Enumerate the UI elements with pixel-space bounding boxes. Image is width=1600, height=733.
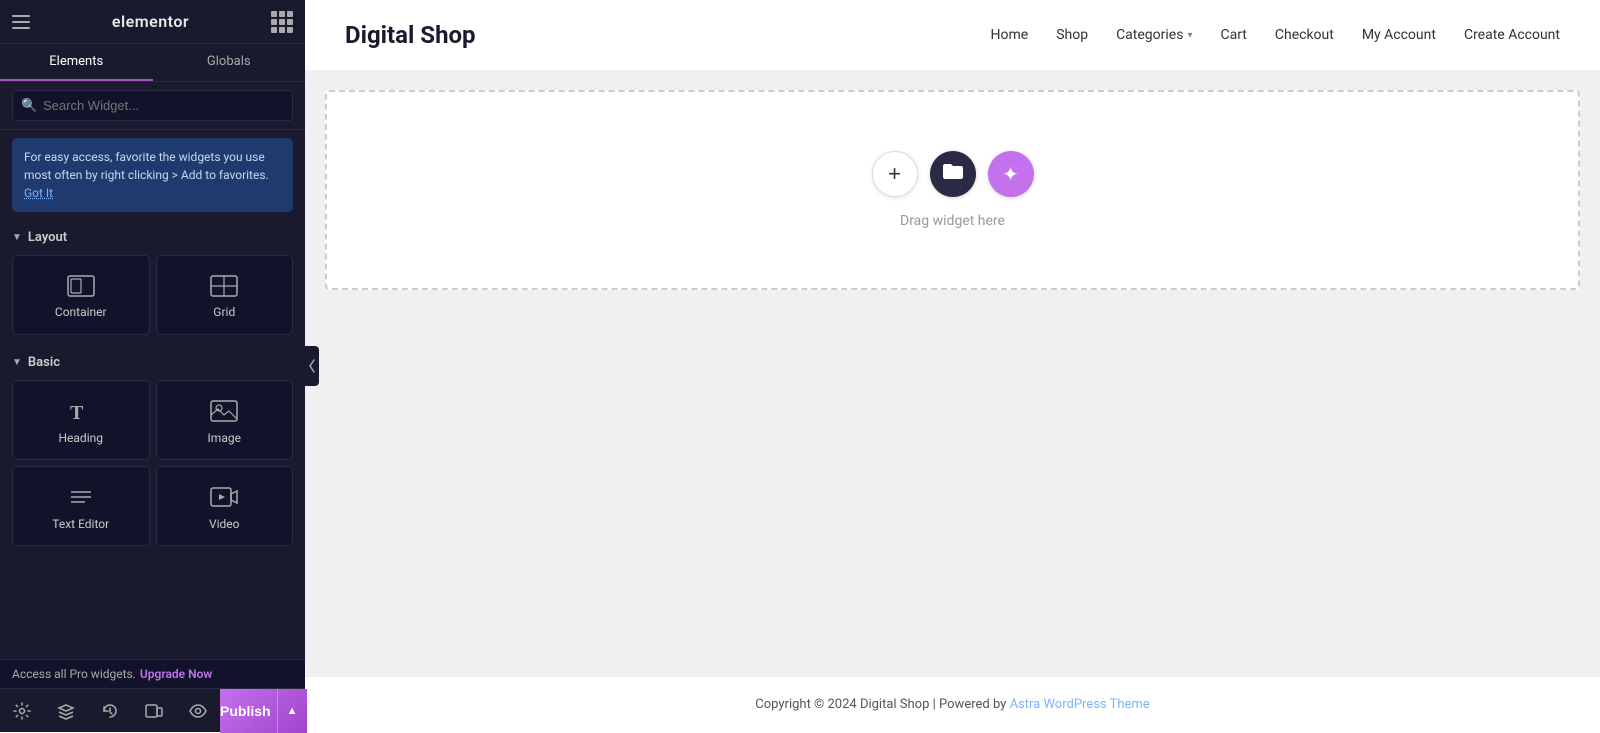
- elementor-logo: elementor: [112, 12, 189, 31]
- text-editor-icon: [67, 485, 95, 509]
- drop-zone[interactable]: + ✦ Drag widget here: [325, 90, 1580, 290]
- heading-label: Heading: [58, 431, 103, 445]
- widget-image[interactable]: Image: [156, 380, 294, 460]
- image-label: Image: [208, 431, 241, 445]
- nav-my-account[interactable]: My Account: [1362, 27, 1436, 43]
- widget-text-editor[interactable]: Text Editor: [12, 466, 150, 546]
- basic-section-label: Basic: [28, 355, 60, 370]
- preview-header: Digital Shop Home Shop Categories ▾ Cart…: [305, 0, 1600, 70]
- widget-video[interactable]: Video: [156, 466, 294, 546]
- image-icon: [210, 399, 238, 423]
- nav-create-account[interactable]: Create Account: [1464, 27, 1560, 43]
- heading-icon: T: [68, 399, 94, 423]
- add-widget-button[interactable]: +: [872, 151, 918, 197]
- publish-label: Publish: [220, 703, 271, 719]
- nav-categories[interactable]: Categories ▾: [1116, 27, 1192, 43]
- layout-section-label: Layout: [28, 230, 67, 245]
- widget-grid[interactable]: Grid: [156, 255, 294, 335]
- tab-globals[interactable]: Globals: [153, 44, 306, 81]
- panel-content: ▼ Layout Container: [0, 220, 305, 732]
- search-icon: 🔍: [21, 98, 37, 113]
- add-icon: +: [888, 161, 901, 187]
- svg-text:T: T: [70, 402, 84, 423]
- search-input[interactable]: [12, 90, 293, 121]
- canvas-area: + ✦ Drag widget here: [305, 70, 1600, 676]
- footer-theme-link[interactable]: Astra WordPress Theme: [1010, 697, 1150, 712]
- basic-arrow-icon: ▼: [12, 357, 22, 368]
- container-icon: [67, 275, 95, 297]
- collapse-panel-handle[interactable]: [305, 346, 319, 386]
- info-box: For easy access, favorite the widgets yo…: [12, 138, 293, 212]
- template-button[interactable]: [930, 151, 976, 197]
- eye-icon[interactable]: [176, 689, 220, 733]
- main-area: Digital Shop Home Shop Categories ▾ Cart…: [305, 0, 1600, 732]
- container-label: Container: [55, 305, 107, 319]
- section-layout-header[interactable]: ▼ Layout: [0, 220, 305, 251]
- pro-upgrade-bar: Access all Pro widgets. Upgrade Now: [0, 659, 305, 688]
- got-it-link[interactable]: Got It: [24, 186, 53, 200]
- pro-message: Access all Pro widgets.: [12, 667, 136, 681]
- preview-footer: Copyright © 2024 Digital Shop | Powered …: [305, 676, 1600, 732]
- hamburger-menu[interactable]: [12, 15, 30, 29]
- info-message: For easy access, favorite the widgets yo…: [24, 150, 269, 182]
- categories-dropdown-arrow: ▾: [1187, 30, 1192, 41]
- toolbar-icons-group: [0, 689, 220, 733]
- video-icon: [210, 485, 238, 509]
- apps-grid-icon[interactable]: [271, 11, 293, 33]
- upgrade-link[interactable]: Upgrade Now: [140, 667, 212, 681]
- nav-shop[interactable]: Shop: [1056, 27, 1088, 43]
- nav-checkout[interactable]: Checkout: [1275, 27, 1334, 43]
- widget-container[interactable]: Container: [12, 255, 150, 335]
- magic-icon: ✦: [1002, 162, 1019, 187]
- drop-zone-actions: + ✦: [872, 151, 1034, 197]
- nav-menu: Home Shop Categories ▾ Cart Checkout My …: [991, 27, 1561, 43]
- left-panel: elementor Elements Globals 🔍 For easy ac…: [0, 0, 305, 732]
- grid-label: Grid: [213, 305, 235, 319]
- video-label: Video: [209, 517, 240, 531]
- search-box: 🔍: [0, 82, 305, 130]
- settings-icon[interactable]: [0, 689, 44, 733]
- folder-icon: [942, 162, 964, 186]
- panel-tabs: Elements Globals: [0, 44, 305, 82]
- section-basic-header[interactable]: ▼ Basic: [0, 345, 305, 376]
- top-bar: elementor: [0, 0, 305, 44]
- widget-heading[interactable]: T Heading: [12, 380, 150, 460]
- publish-expand-arrow[interactable]: ▲: [277, 689, 307, 733]
- footer-text: Copyright © 2024 Digital Shop | Powered …: [755, 697, 1009, 712]
- history-icon[interactable]: [88, 689, 132, 733]
- text-editor-label: Text Editor: [52, 517, 109, 531]
- drop-hint: Drag widget here: [900, 213, 1005, 229]
- layout-arrow-icon: ▼: [12, 232, 22, 243]
- magic-button[interactable]: ✦: [988, 151, 1034, 197]
- layout-widgets-grid: Container Grid: [0, 251, 305, 345]
- publish-button[interactable]: Publish ▲: [220, 689, 307, 733]
- tab-elements[interactable]: Elements: [0, 44, 153, 81]
- grid-widget-icon: [210, 275, 238, 297]
- bottom-toolbar: Publish ▲: [0, 688, 305, 732]
- site-title: Digital Shop: [345, 21, 476, 49]
- basic-widgets-grid: T Heading Image: [0, 376, 305, 556]
- canvas-empty-area: [325, 300, 1580, 600]
- nav-cart[interactable]: Cart: [1220, 27, 1246, 43]
- responsive-icon[interactable]: [132, 689, 176, 733]
- nav-home[interactable]: Home: [991, 27, 1029, 43]
- layers-icon[interactable]: [44, 689, 88, 733]
